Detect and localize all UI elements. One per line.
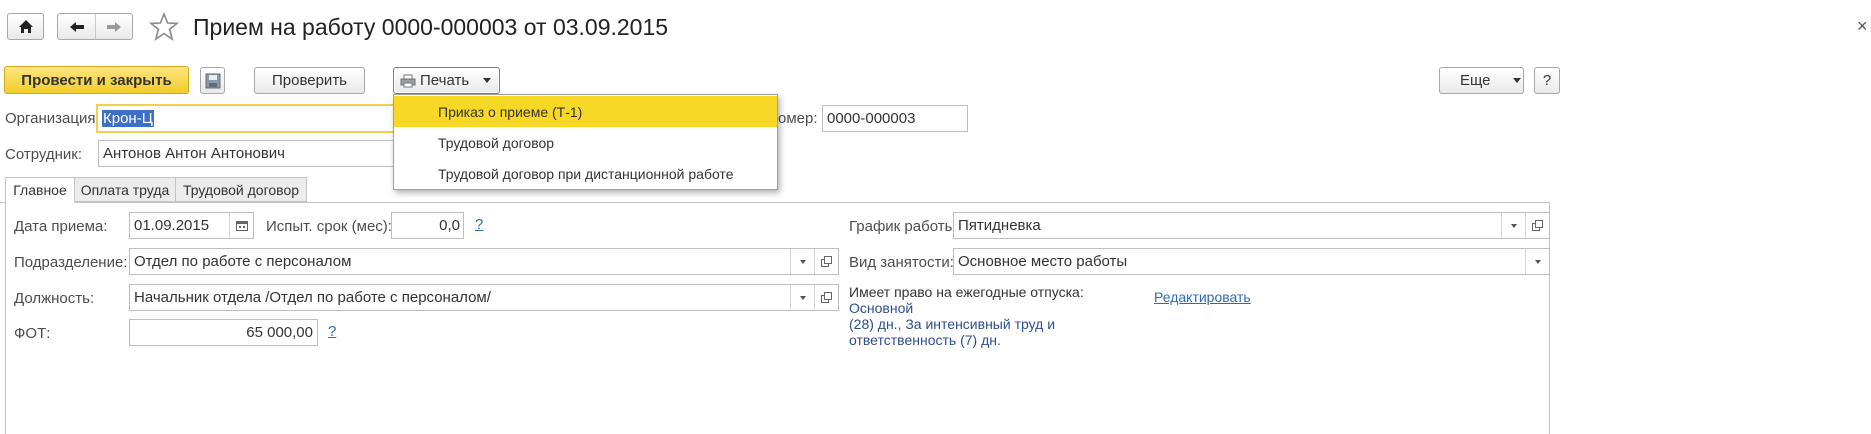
save-button[interactable] xyxy=(200,67,225,94)
schedule-label: График работы: xyxy=(849,218,960,235)
open-window-icon xyxy=(821,256,832,267)
back-button[interactable] xyxy=(58,14,96,39)
department-dropdown-button[interactable] xyxy=(790,249,814,274)
check-button[interactable]: Проверить xyxy=(254,67,365,94)
tab-contract[interactable]: Трудовой договор xyxy=(176,177,307,202)
floppy-disk-icon xyxy=(205,73,220,88)
position-field[interactable]: Начальник отдела /Отдел по работе с перс… xyxy=(129,284,839,311)
position-open-button[interactable] xyxy=(814,285,838,310)
print-label: Печать xyxy=(420,72,470,89)
chevron-down-icon xyxy=(1512,78,1521,83)
print-button[interactable]: Печать xyxy=(393,67,500,94)
tab-contract-label: Трудовой договор xyxy=(182,181,300,198)
printer-icon xyxy=(400,74,416,87)
position-dropdown-button[interactable] xyxy=(790,285,814,310)
probation-field[interactable]: 0,0 xyxy=(391,212,464,239)
favorite-star-icon[interactable] xyxy=(148,11,180,42)
chevron-down-icon xyxy=(1534,259,1541,264)
close-icon[interactable]: × xyxy=(1857,16,1868,37)
probation-help-link[interactable]: ? xyxy=(475,216,483,233)
department-field[interactable]: Отдел по работе с персоналом xyxy=(129,248,839,275)
calendar-icon xyxy=(235,221,248,231)
document-title: Прием на работу 0000-000003 от 03.09.201… xyxy=(193,14,669,40)
arrow-right-icon xyxy=(107,21,121,32)
print-menu-item-remote-contract[interactable]: Трудовой договор при дистанционной работ… xyxy=(394,158,777,189)
chevron-down-icon xyxy=(1510,223,1517,228)
organization-label: Организация: xyxy=(5,110,100,127)
schedule-field[interactable]: Пятидневка xyxy=(953,212,1550,239)
post-and-close-button[interactable]: Провести и закрыть xyxy=(4,66,189,94)
hire-date-value: 01.09.2015 xyxy=(134,217,210,234)
vacation-label: Имеет право на ежегодные отпуска: xyxy=(849,284,1084,300)
fot-field[interactable]: 65 000,00 xyxy=(129,319,318,346)
schedule-open-button[interactable] xyxy=(1525,213,1549,238)
employment-type-dropdown-button[interactable] xyxy=(1525,249,1549,274)
position-value: Начальник отдела /Отдел по работе с перс… xyxy=(134,289,491,306)
fot-help-link[interactable]: ? xyxy=(328,323,336,340)
open-window-icon xyxy=(1532,220,1543,231)
employee-label: Сотрудник: xyxy=(5,146,83,163)
number-label: омер: xyxy=(778,110,818,127)
forward-button[interactable] xyxy=(96,14,132,39)
department-value: Отдел по работе с персоналом xyxy=(134,253,352,270)
position-label: Должность: xyxy=(14,290,95,307)
number-field[interactable]: 0000-000003 xyxy=(822,105,968,132)
chevron-down-icon xyxy=(483,78,492,83)
schedule-dropdown-button[interactable] xyxy=(1501,213,1525,238)
chevron-down-icon xyxy=(799,295,806,300)
home-button[interactable] xyxy=(7,13,44,40)
print-menu-item-contract[interactable]: Трудовой договор xyxy=(394,127,777,158)
chevron-down-icon xyxy=(799,259,806,264)
number-value: 0000-000003 xyxy=(827,110,916,127)
post-and-close-label: Провести и закрыть xyxy=(21,71,172,89)
probation-label: Испыт. срок (мес): xyxy=(266,218,392,235)
department-label: Подразделение: xyxy=(14,254,128,271)
arrow-left-icon xyxy=(69,21,84,32)
vacation-value-line2: (28) дн., За интенсивный труд и xyxy=(849,316,1056,332)
print-menu-item-label: Трудовой договор при дистанционной работ… xyxy=(438,165,734,182)
home-icon xyxy=(18,20,33,33)
fot-label: ФОТ: xyxy=(14,325,51,342)
print-menu-item-label: Трудовой договор xyxy=(438,134,555,151)
employee-field[interactable]: Антонов Антон Антонович xyxy=(98,140,398,167)
print-menu-item-t1[interactable]: Приказ о приеме (Т-1) xyxy=(394,96,777,127)
help-button[interactable]: ? xyxy=(1534,67,1560,94)
calendar-button[interactable] xyxy=(229,213,253,238)
organization-value: Крон-Ц xyxy=(102,110,154,127)
employment-type-label: Вид занятости: xyxy=(849,254,954,271)
probation-value: 0,0 xyxy=(439,217,460,234)
more-button[interactable]: Еще xyxy=(1439,67,1524,94)
tab-main-label: Главное xyxy=(13,182,67,198)
edit-vacation-link[interactable]: Редактировать xyxy=(1154,289,1251,305)
print-dropdown-menu: Приказ о приеме (Т-1) Трудовой договор Т… xyxy=(393,94,778,190)
hire-date-label: Дата приема: xyxy=(14,218,108,235)
tab-main[interactable]: Главное xyxy=(5,177,75,203)
organization-field[interactable]: Крон-Ц xyxy=(96,104,406,133)
print-menu-item-label: Приказ о приеме (Т-1) xyxy=(438,103,583,120)
hire-date-field[interactable]: 01.09.2015 xyxy=(129,212,254,239)
schedule-value: Пятидневка xyxy=(958,217,1041,234)
employee-value: Антонов Антон Антонович xyxy=(103,145,285,162)
vacation-info: Имеет право на ежегодные отпуска: Основн… xyxy=(849,284,1149,348)
department-open-button[interactable] xyxy=(814,249,838,274)
check-label: Проверить xyxy=(271,72,347,89)
history-nav-group xyxy=(57,13,133,40)
fot-value: 65 000,00 xyxy=(246,324,313,341)
vacation-value-line1: Основной xyxy=(849,300,914,316)
employment-type-field[interactable]: Основное место работы xyxy=(953,248,1550,275)
tab-payment[interactable]: Оплата труда xyxy=(75,177,176,202)
tab-payment-label: Оплата труда xyxy=(80,181,170,198)
employment-type-value: Основное место работы xyxy=(958,253,1128,270)
help-label: ? xyxy=(1542,72,1552,89)
open-window-icon xyxy=(821,292,832,303)
vacation-value-line3: ответственность (7) дн. xyxy=(849,332,1001,348)
more-label: Еще xyxy=(1460,72,1491,89)
